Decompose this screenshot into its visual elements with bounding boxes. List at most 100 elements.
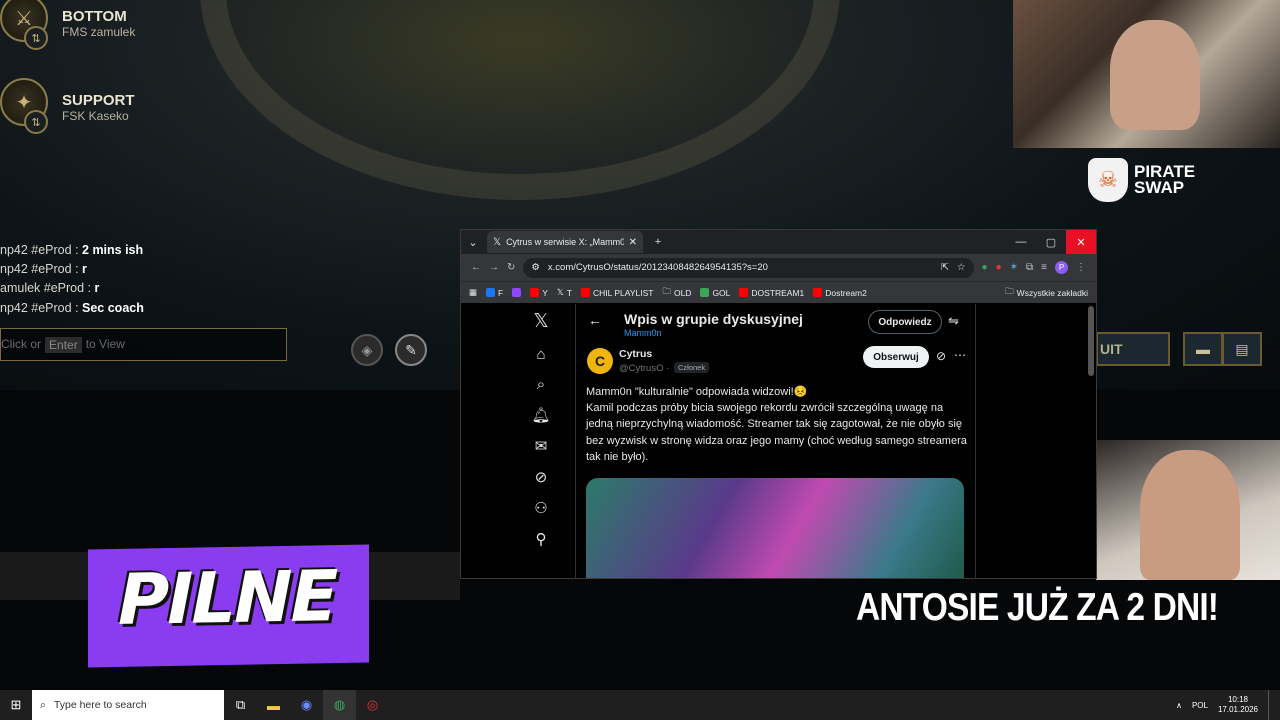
swap-icon[interactable]: ⇅ [24,26,48,50]
browser-toolbar: ← → ↻ ⚙ x.com/CytrusO/status/20123408482… [461,254,1096,281]
all-bookmarks-folder[interactable]: 🗀 Wszystkie zakładki [1005,286,1088,300]
chat-bubble-icon[interactable]: ▬ [1183,332,1223,366]
bookmark-item[interactable]: 𝕏T [557,287,572,298]
address-bar[interactable]: ⚙ x.com/CytrusO/status/20123408482649541… [523,257,974,278]
new-tab-icon[interactable]: + [643,230,673,254]
taskbar-search[interactable]: ⌕ Type here to search [32,690,224,720]
grok-icon[interactable]: ⊘ [535,468,548,486]
apps-grid-icon[interactable]: ▦ [469,287,477,298]
search-placeholder: Type here to search [53,699,147,711]
extension-icon[interactable]: ● [996,262,1002,273]
author-name[interactable]: Cytrus [619,348,652,360]
taskbar: ⊞ ⌕ Type here to search ⧉ ▬ ◉ ◍ ◎ ∧ POL … [0,690,1280,720]
x-favicon-icon: 𝕏 [493,236,502,248]
search-icon[interactable]: ⌕ [537,376,545,393]
grok-icon[interactable]: ⊘ [936,349,946,363]
twitch-icon [512,288,522,297]
extension-icon[interactable]: ✶ [1010,262,1018,273]
edit-icon[interactable]: ✎ [395,334,427,366]
x-sidebar-nav: 𝕏 ⌂ ⌕ 🔔︎ ✉ ⊘ ⚇ ⚲ [521,310,561,548]
role-player: FSK Kaseko [62,108,129,123]
chrome-icon[interactable]: ◍ [323,690,356,720]
search-icon: ⌕ [40,698,46,711]
settings-sliders-icon[interactable]: ⇋ [948,313,959,329]
file-explorer-icon[interactable]: ▬ [257,690,290,720]
chat-hint: Click or [1,337,42,351]
language-indicator[interactable]: POL [1192,701,1208,710]
messages-icon[interactable]: ✉ [535,437,548,455]
maximize-icon[interactable]: ▢ [1036,230,1066,254]
chat-user: np42 #eProd [0,243,72,257]
bookmark-item[interactable]: Dostream2 [813,288,867,298]
bookmark-item[interactable]: DOSTREAM1 [739,288,804,298]
shield-extension-icon[interactable]: ● [982,262,988,273]
chat-user: np42 #eProd [0,301,72,315]
post-text-paragraph: Kamil podczas próby bicia swojego rekord… [586,402,967,463]
more-icon[interactable]: ⋯ [954,348,966,362]
back-icon[interactable]: ← [471,262,481,273]
role-support: ✦ ⇅ SUPPORT FSK Kaseko [0,78,135,136]
ping-icon[interactable]: ◈ [351,334,383,366]
browser-tab[interactable]: 𝕏 Cytrus w serwisie X: „Mamm0n ✕ [487,231,643,253]
bookmark-item[interactable]: F [486,288,503,298]
show-desktop[interactable] [1268,690,1272,720]
announcement-ticker: ANTOSIE JUŻ ZA 2 DNI! [856,586,1219,629]
bookmark-item[interactable]: CHIL PLAYLIST [580,288,653,298]
bookmark-label: DOSTREAM1 [751,287,805,298]
swap-icon[interactable]: ⇅ [24,110,48,134]
post-text: Mamm0n "kulturalnie" odpowiada widzowi!😣… [586,384,971,465]
quit-button[interactable]: UIT [1096,332,1170,366]
sponsor-line2: SWAP [1134,178,1185,197]
scrollbar[interactable] [1088,306,1094,376]
reply-button[interactable]: Odpowiedz [868,310,942,334]
community-name[interactable]: Mamm0n [624,328,662,338]
tab-close-icon[interactable]: ✕ [629,237,637,248]
extensions-puzzle-icon[interactable]: ⧉ [1026,262,1033,273]
chat-hint-key: Enter [45,337,82,353]
profile-avatar[interactable]: P [1055,261,1068,274]
youtube-icon [739,288,749,297]
task-view-icon[interactable]: ⧉ [224,690,257,720]
communities-icon[interactable]: ⚇ [534,499,547,517]
bookmark-label: OLD [673,287,692,298]
follow-button[interactable]: Obserwuj [863,346,929,368]
author-handle[interactable]: @CytrusO · [619,363,669,374]
member-badge: Członek [674,362,710,373]
bookmark-item[interactable]: GOL [700,288,730,298]
media-icon[interactable]: ≡ [1041,262,1047,273]
obs-icon[interactable]: ◎ [356,690,389,720]
close-window-icon[interactable]: ✕ [1066,230,1096,254]
chat-message: 2 mins ish [82,243,144,257]
clock[interactable]: 10:18 17.01.2026 [1218,695,1258,715]
home-icon[interactable]: ⌂ [536,346,545,363]
minimize-icon[interactable]: — [1006,230,1036,254]
youtube-icon [813,288,823,297]
tab-search-icon[interactable]: ⌄ [461,230,485,254]
bookmark-item[interactable]: Y [530,288,548,298]
avatar[interactable]: C [587,348,613,374]
install-icon[interactable]: ⇱ [941,262,949,273]
bookmark-label: Wszystkie zakładki [1016,287,1088,298]
forward-icon[interactable]: → [489,262,499,273]
x-logo-icon[interactable]: 𝕏 [533,310,548,333]
windows-start-icon[interactable]: ⊞ [0,690,32,720]
reload-icon[interactable]: ↻ [507,262,515,273]
chat-input[interactable]: Click or Enter to View [0,328,287,361]
app-icon[interactable]: ◉ [290,690,323,720]
notifications-icon[interactable]: 🔔︎ [531,406,550,424]
bookmark-folder[interactable]: 🗀 OLD [662,286,691,300]
profile-icon[interactable]: ⚲ [536,530,547,548]
post-media-image[interactable] [586,478,964,578]
bookmarks-bar: ▦ F Y 𝕏T CHIL PLAYLIST 🗀 OLD GOL DOSTREAM… [461,281,1096,303]
bookmark-item[interactable] [512,288,522,297]
clipboard-icon[interactable]: ▤ [1222,332,1262,366]
star-icon[interactable]: ☆ [957,262,966,273]
chat-user: np42 #eProd [0,262,72,276]
chat-message: r [94,281,100,295]
role-player: FMS zamulek [62,24,136,39]
menu-icon[interactable]: ⋮ [1076,262,1086,273]
chevron-up-icon[interactable]: ∧ [1176,701,1182,710]
gol-icon [700,288,710,297]
back-arrow-icon[interactable]: ← [588,312,602,328]
site-info-icon[interactable]: ⚙ [531,262,540,273]
